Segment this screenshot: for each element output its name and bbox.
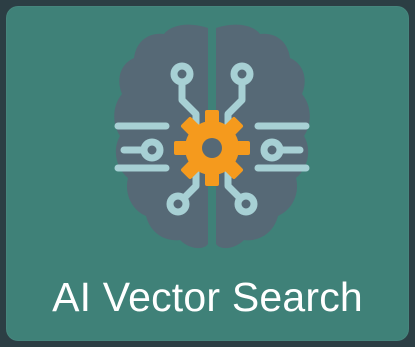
tile-title: AI Vector Search	[52, 274, 363, 320]
ai-vector-search-tile[interactable]: AI Vector Search	[6, 6, 409, 341]
gear-icon	[174, 110, 250, 186]
brain-gear-icon	[114, 24, 310, 249]
